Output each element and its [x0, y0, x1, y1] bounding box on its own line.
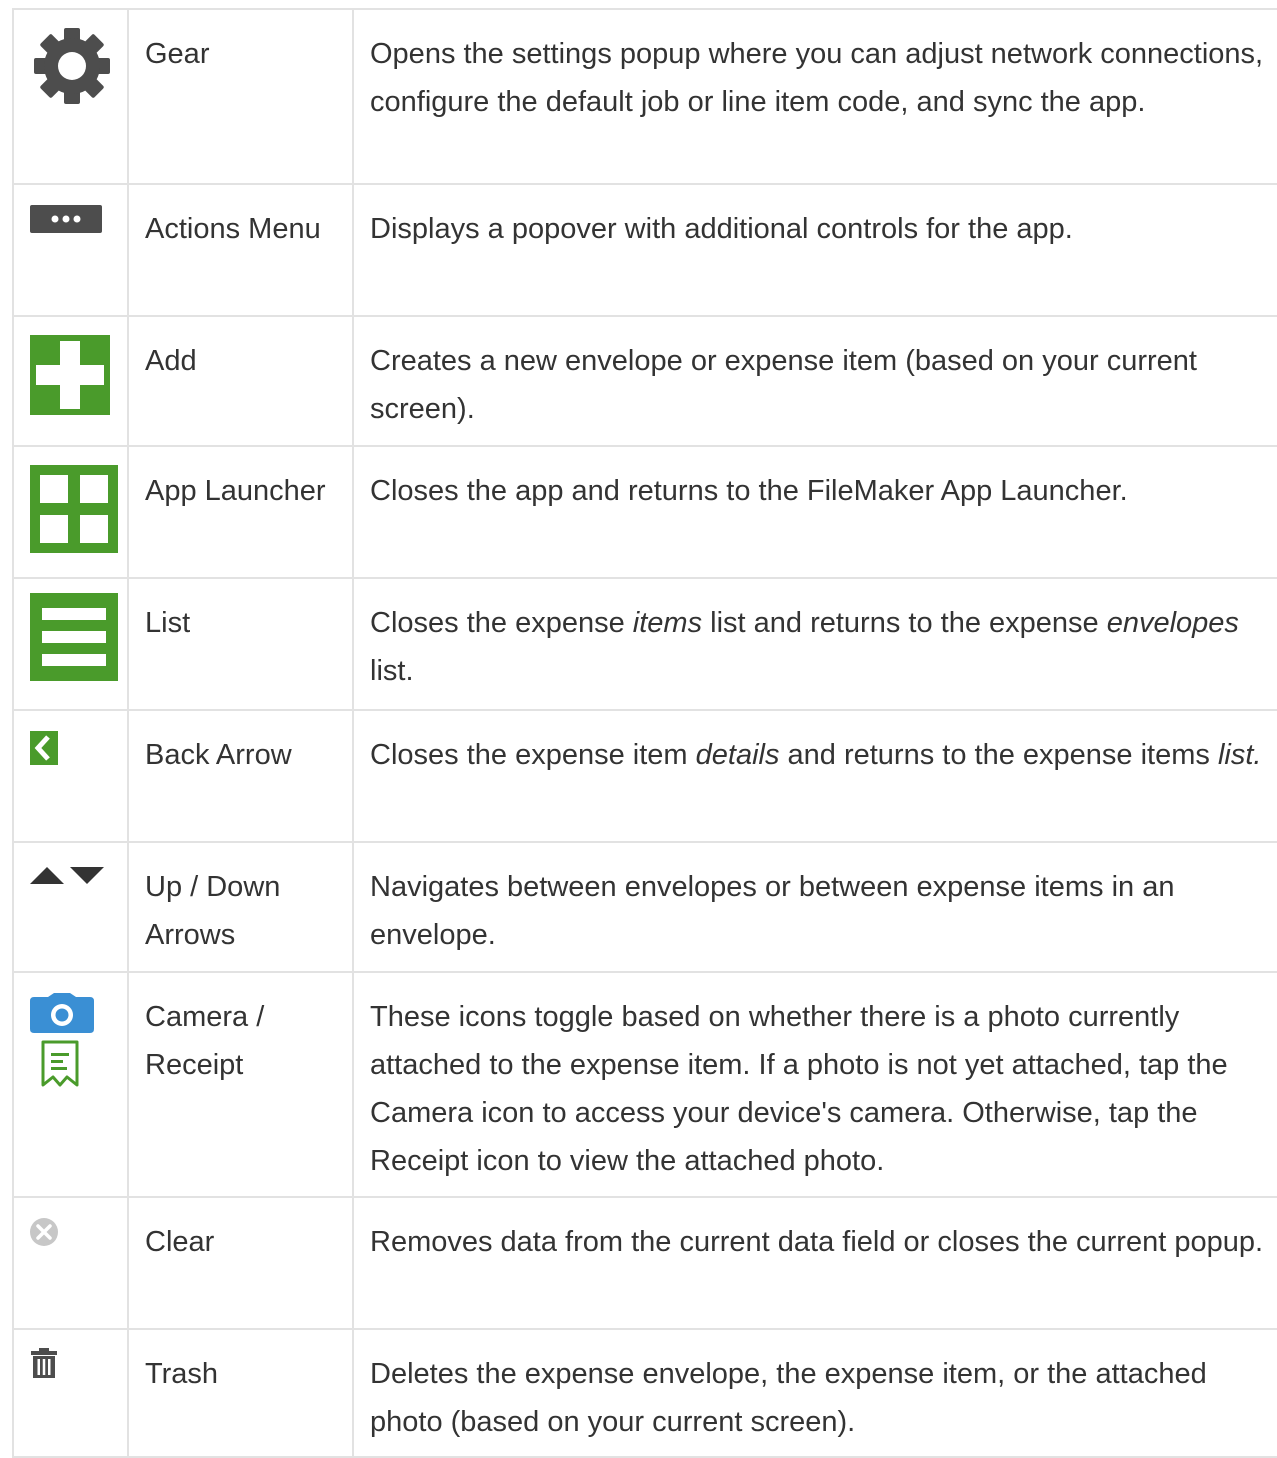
description-text: Displays a popover with additional contr…	[370, 213, 1073, 245]
receipt-icon	[41, 1040, 79, 1087]
name-cell: Actions Menu	[127, 183, 354, 317]
emphasis-text: details	[695, 739, 780, 771]
table-row: Actions Menu Displays a popover with add…	[12, 183, 1277, 317]
description-text: and returns to the expense items	[779, 739, 1218, 771]
emphasis-text: items	[632, 607, 703, 639]
row-name: App Launcher	[145, 475, 326, 507]
description-cell: Closes the expense items list and return…	[352, 577, 1277, 711]
row-description: Closes the app and returns to the FileMa…	[354, 447, 1277, 515]
row-description: Creates a new envelope or expense item (…	[354, 317, 1277, 433]
description-text: Navigates between envelopes or between e…	[370, 871, 1175, 951]
app-launcher-grid-icon	[30, 465, 118, 553]
row-name: Up / Down Arrows	[145, 871, 281, 951]
name-cell: Clear	[127, 1196, 354, 1330]
icon-cell	[12, 445, 129, 579]
table-row: Up / Down Arrows Navigates between envel…	[12, 841, 1277, 973]
name-cell: Camera / Receipt	[127, 971, 354, 1198]
icon-cell	[12, 1328, 129, 1458]
description-text: list and returns to the expense	[702, 607, 1107, 639]
description-text: Closes the expense item	[370, 739, 696, 771]
row-description: These icons toggle based on whether ther…	[354, 973, 1277, 1185]
emphasis-text: envelopes	[1106, 607, 1239, 639]
name-cell: Trash	[127, 1328, 354, 1458]
table-row: Trash Deletes the expense envelope, the …	[12, 1328, 1277, 1458]
name-cell: Up / Down Arrows	[127, 841, 354, 973]
icon-reference-table: Gear Opens the settings popup where you …	[12, 8, 1277, 1458]
description-cell: These icons toggle based on whether ther…	[352, 971, 1277, 1198]
row-name: Back Arrow	[145, 739, 292, 771]
icon-cell	[12, 1196, 129, 1330]
description-cell: Removes data from the current data field…	[352, 1196, 1277, 1330]
name-cell: Back Arrow	[127, 709, 354, 843]
row-name: Trash	[145, 1358, 219, 1390]
clear-icon	[30, 1218, 58, 1246]
description-cell: Displays a popover with additional contr…	[352, 183, 1277, 317]
description-text: list.	[370, 655, 414, 687]
icon-cell	[12, 709, 129, 843]
table-row: Add Creates a new envelope or expense it…	[12, 315, 1277, 447]
table-row: Back Arrow Closes the expense item detai…	[12, 709, 1277, 843]
description-cell: Deletes the expense envelope, the expens…	[352, 1328, 1277, 1458]
row-description: Opens the settings popup where you can a…	[354, 10, 1277, 126]
plus-icon	[30, 335, 110, 415]
row-description: Displays a popover with additional contr…	[354, 185, 1277, 253]
row-name: Camera / Receipt	[145, 1001, 265, 1081]
table-row: Camera / Receipt These icons toggle base…	[12, 971, 1277, 1198]
description-text: These icons toggle based on whether ther…	[370, 1001, 1228, 1177]
up-down-arrows-icon	[30, 867, 104, 884]
icon-cell	[12, 8, 129, 185]
row-name: Actions Menu	[145, 213, 321, 245]
trash-icon	[31, 1348, 57, 1378]
table-row: Clear Removes data from the current data…	[12, 1196, 1277, 1330]
description-text: Deletes the expense envelope, the expens…	[370, 1358, 1207, 1438]
gear-icon	[34, 28, 110, 104]
list-icon	[30, 593, 118, 681]
description-text: Opens the settings popup where you can a…	[370, 38, 1264, 118]
description-cell: Closes the expense item details and retu…	[352, 709, 1277, 843]
description-cell: Navigates between envelopes or between e…	[352, 841, 1277, 973]
row-name: Clear	[145, 1226, 215, 1258]
table-row: List Closes the expense items list and r…	[12, 577, 1277, 711]
ellipsis-menu-icon	[30, 205, 102, 233]
row-name: Gear	[145, 38, 210, 70]
icon-cell	[12, 577, 129, 711]
row-description: Navigates between envelopes or between e…	[354, 843, 1277, 959]
name-cell: App Launcher	[127, 445, 354, 579]
name-cell: Add	[127, 315, 354, 447]
row-description: Removes data from the current data field…	[354, 1198, 1277, 1266]
row-name: List	[145, 607, 191, 639]
icon-cell	[12, 183, 129, 317]
description-text: Closes the expense	[370, 607, 633, 639]
row-description: Deletes the expense envelope, the expens…	[354, 1330, 1277, 1446]
row-description: Closes the expense item details and retu…	[354, 711, 1277, 779]
name-cell: Gear	[127, 8, 354, 185]
description-cell: Closes the app and returns to the FileMa…	[352, 445, 1277, 579]
back-arrow-icon	[30, 731, 58, 765]
table-row: Gear Opens the settings popup where you …	[12, 8, 1277, 185]
camera-icon	[30, 993, 94, 1033]
row-description: Closes the expense items list and return…	[354, 579, 1277, 695]
description-cell: Creates a new envelope or expense item (…	[352, 315, 1277, 447]
emphasis-text: list.	[1217, 739, 1262, 771]
description-text: Closes the app and returns to the FileMa…	[370, 475, 1128, 507]
icon-cell	[12, 315, 129, 447]
table-row: App Launcher Closes the app and returns …	[12, 445, 1277, 579]
description-text: Creates a new envelope or expense item (…	[370, 345, 1197, 425]
description-cell: Opens the settings popup where you can a…	[352, 8, 1277, 185]
description-text: Removes data from the current data field…	[370, 1226, 1264, 1258]
name-cell: List	[127, 577, 354, 711]
icon-cell	[12, 841, 129, 973]
icon-cell	[12, 971, 129, 1198]
row-name: Add	[145, 345, 197, 377]
